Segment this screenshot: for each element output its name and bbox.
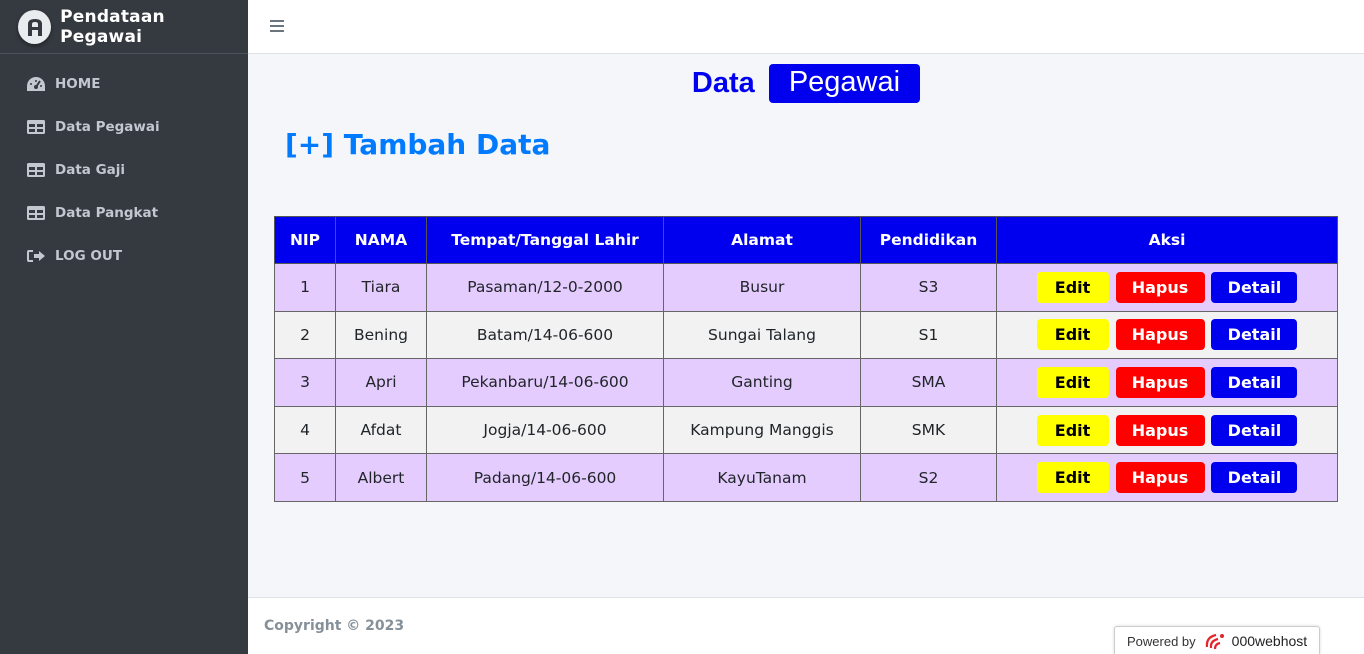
sidebar-item-label: Data Pegawai <box>55 118 160 135</box>
brand-title: Pendataan Pegawai <box>60 6 165 47</box>
delete-button[interactable]: Hapus <box>1115 414 1205 446</box>
detail-button[interactable]: Detail <box>1211 271 1298 303</box>
cell-ttl: Padang/14-06-600 <box>426 453 664 502</box>
cell-alamat: Ganting <box>663 358 861 407</box>
webhost-logo-icon <box>1204 631 1228 651</box>
cell-nama: Afdat <box>335 405 427 455</box>
sidebar-item-logout[interactable]: LOG OUT <box>0 234 248 277</box>
top-navbar <box>248 0 1364 54</box>
cell-ttl: Pasaman/12-0-2000 <box>426 263 664 312</box>
cell-pendidikan: S3 <box>860 263 997 312</box>
brand[interactable]: Pendataan Pegawai <box>0 0 248 54</box>
edit-button[interactable]: Edit <box>1036 366 1109 398</box>
cell-aksi: Edit Hapus Detail <box>996 453 1338 502</box>
menu-toggle-icon[interactable] <box>270 16 290 36</box>
column-header: NIP <box>274 216 336 264</box>
sidebar-item-data-pangkat[interactable]: Data Pangkat <box>0 191 248 234</box>
cell-nip: 2 <box>274 310 336 360</box>
cell-nip: 5 <box>274 453 336 502</box>
add-data-link[interactable]: [+] Tambah Data <box>285 128 550 161</box>
table-row: 3 Apri Pekanbaru/14-06-600 Ganting SMA E… <box>274 358 1338 407</box>
edit-button[interactable]: Edit <box>1036 271 1109 303</box>
delete-button[interactable]: Hapus <box>1115 366 1205 398</box>
webhost-brand: 000webhost <box>1231 633 1308 649</box>
cell-nip: 3 <box>274 358 336 407</box>
employee-table: NIP NAMA Tempat/Tanggal Lahir Alamat Pen… <box>274 216 1338 502</box>
cell-aksi: Edit Hapus Detail <box>996 358 1338 407</box>
table-header-row: NIP NAMA Tempat/Tanggal Lahir Alamat Pen… <box>274 216 1338 264</box>
cell-pendidikan: SMK <box>860 405 997 455</box>
cell-nama: Tiara <box>335 263 427 312</box>
cell-nip: 4 <box>274 405 336 455</box>
cell-ttl: Batam/14-06-600 <box>426 310 664 360</box>
table-row: 5 Albert Padang/14-06-600 KayuTanam S2 E… <box>274 453 1338 502</box>
cell-ttl: Jogja/14-06-600 <box>426 405 664 455</box>
edit-button[interactable]: Edit <box>1036 319 1109 351</box>
detail-button[interactable]: Detail <box>1211 366 1298 398</box>
cell-nama: Albert <box>335 453 427 502</box>
cell-nama: Apri <box>335 358 427 407</box>
powered-by-badge[interactable]: Powered by 000webhost <box>1114 626 1320 654</box>
page-title-part2: Pegawai <box>768 64 921 103</box>
footer: Copyright © 2023 Powered by 000webhost <box>248 597 1364 654</box>
cell-alamat: Busur <box>663 263 861 312</box>
cell-pendidikan: SMA <box>860 358 997 407</box>
table-icon <box>26 204 46 222</box>
sidebar-item-label: Data Gaji <box>55 161 126 178</box>
sidebar-item-label: LOG OUT <box>55 247 123 264</box>
sidebar: Pendataan Pegawai HOME Data Pegawai Data… <box>0 0 248 654</box>
dashboard-icon <box>26 75 46 93</box>
sidebar-item-home[interactable]: HOME <box>0 62 248 105</box>
cell-alamat: Kampung Manggis <box>663 405 861 455</box>
main-content: Data Pegawai [+] Tambah Data NIP NAMA Te… <box>248 54 1364 597</box>
copyright-text: Copyright © 2023 <box>264 618 405 634</box>
cell-nip: 1 <box>274 263 336 312</box>
column-header: Pendidikan <box>860 216 997 264</box>
delete-button[interactable]: Hapus <box>1115 271 1205 303</box>
edit-button[interactable]: Edit <box>1036 414 1109 446</box>
detail-button[interactable]: Detail <box>1211 414 1298 446</box>
table-row: 2 Bening Batam/14-06-600 Sungai Talang S… <box>274 310 1338 360</box>
cell-pendidikan: S2 <box>860 453 997 502</box>
table-icon <box>26 161 46 179</box>
table-icon <box>26 118 46 136</box>
cell-aksi: Edit Hapus Detail <box>996 405 1338 455</box>
delete-button[interactable]: Hapus <box>1115 462 1205 494</box>
cell-nama: Bening <box>335 310 427 360</box>
table-row: 4 Afdat Jogja/14-06-600 Kampung Manggis … <box>274 405 1338 455</box>
sidebar-item-data-gaji[interactable]: Data Gaji <box>0 148 248 191</box>
column-header: Aksi <box>996 216 1338 264</box>
cell-alamat: KayuTanam <box>663 453 861 502</box>
cell-alamat: Sungai Talang <box>663 310 861 360</box>
column-header: Alamat <box>663 216 861 264</box>
column-header: NAMA <box>335 216 427 264</box>
cell-pendidikan: S1 <box>860 310 997 360</box>
detail-button[interactable]: Detail <box>1211 462 1298 494</box>
edit-button[interactable]: Edit <box>1036 462 1109 494</box>
cell-ttl: Pekanbaru/14-06-600 <box>426 358 664 407</box>
sidebar-nav: HOME Data Pegawai Data Gaji Data Pangkat… <box>0 54 248 277</box>
cell-aksi: Edit Hapus Detail <box>996 310 1338 360</box>
sidebar-item-label: Data Pangkat <box>55 204 159 221</box>
table-row: 1 Tiara Pasaman/12-0-2000 Busur S3 Edit … <box>274 263 1338 312</box>
brand-logo-icon <box>18 9 52 44</box>
detail-button[interactable]: Detail <box>1211 319 1298 351</box>
powered-by-label: Powered by <box>1127 633 1196 649</box>
cell-aksi: Edit Hapus Detail <box>996 263 1338 312</box>
sidebar-item-label: HOME <box>55 75 101 92</box>
column-header: Tempat/Tanggal Lahir <box>426 216 664 264</box>
sign-out-icon <box>26 247 46 265</box>
page-title: Data Pegawai <box>248 64 1364 103</box>
delete-button[interactable]: Hapus <box>1115 319 1205 351</box>
sidebar-item-data-pegawai[interactable]: Data Pegawai <box>0 105 248 148</box>
page-title-part1: Data <box>691 67 755 99</box>
